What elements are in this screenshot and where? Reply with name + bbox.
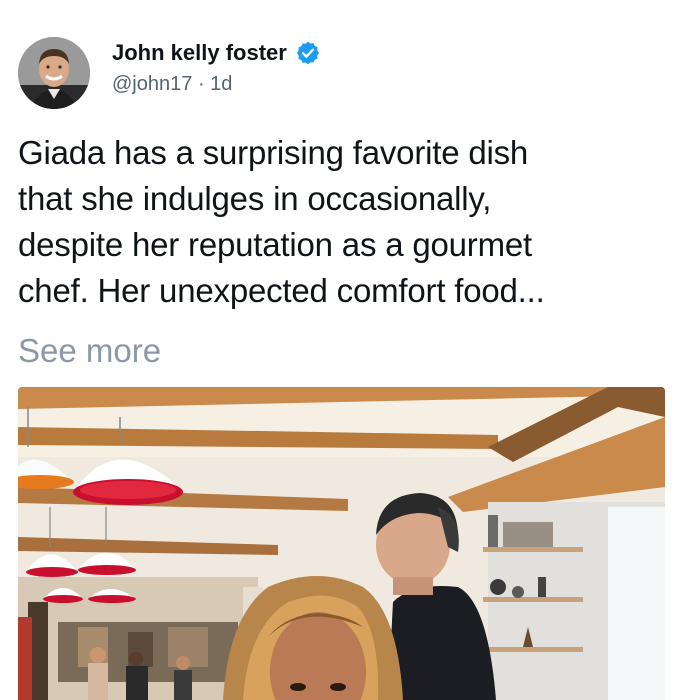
author-meta: @john17 · 1d bbox=[112, 73, 232, 96]
avatar[interactable] bbox=[18, 37, 90, 109]
restaurant-photo bbox=[18, 387, 665, 700]
avatar-image bbox=[18, 37, 90, 109]
tweet-text: Giada has a surprising favorite dish tha… bbox=[18, 130, 683, 314]
author-name-row[interactable]: John kelly foster bbox=[112, 40, 321, 66]
tweet-text-line: Giada has a surprising favorite dish bbox=[18, 134, 529, 171]
tweet-text-line: that she indulges in occasionally, bbox=[18, 180, 492, 217]
author-display-name[interactable]: John kelly foster bbox=[112, 40, 287, 66]
see-more-link[interactable]: See more bbox=[18, 328, 161, 374]
tweet-text-line: despite her reputation as a gourmet bbox=[18, 226, 532, 263]
verified-badge-icon bbox=[295, 40, 321, 66]
meta-separator: · bbox=[197, 73, 211, 95]
tweet-text-line: chef. Her unexpected comfort food... bbox=[18, 272, 545, 309]
tweet-card[interactable]: John kelly foster @john17 · 1d Giada has… bbox=[0, 0, 700, 700]
author-handle[interactable]: @john17 bbox=[112, 73, 192, 95]
tweet-photo[interactable] bbox=[18, 387, 665, 700]
tweet-timestamp[interactable]: 1d bbox=[210, 73, 232, 95]
